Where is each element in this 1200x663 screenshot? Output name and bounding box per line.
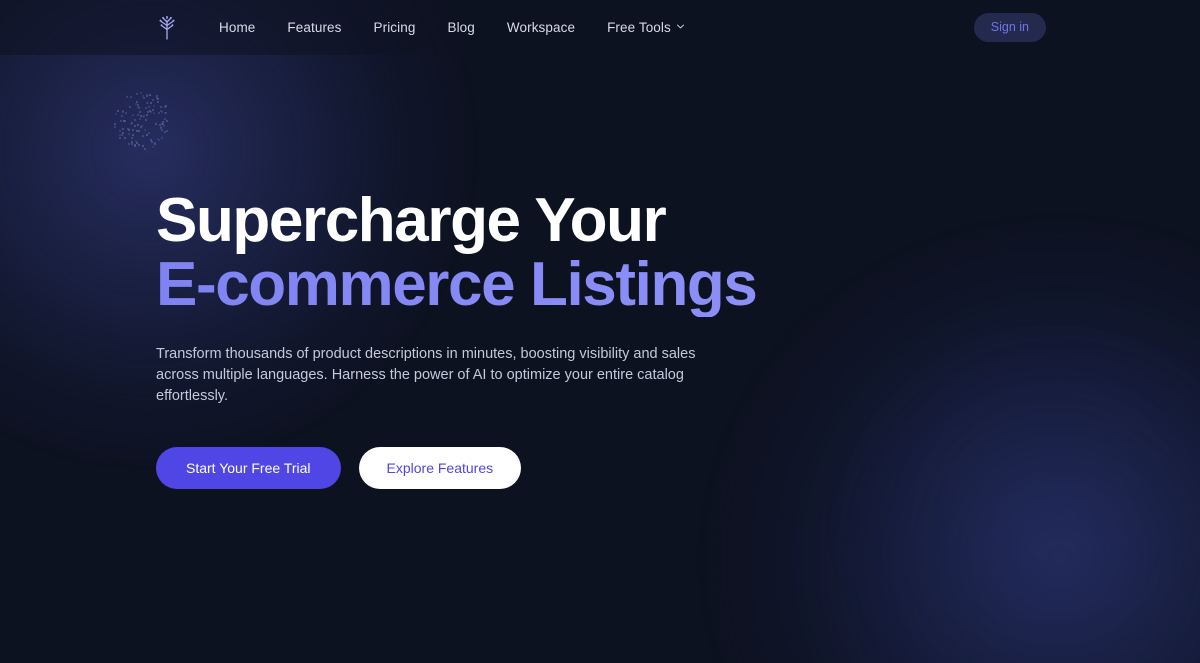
nav-item-label: Blog — [447, 19, 475, 35]
hero-heading-line-2: E-commerce Listings — [156, 252, 1200, 317]
nav-item-label: Workspace — [506, 19, 576, 35]
hero-heading: Supercharge Your E-commerce Listings — [156, 189, 1200, 317]
nav-item-workspace[interactable]: Workspace — [491, 15, 591, 41]
sign-in-button[interactable]: Sign in — [973, 13, 1046, 42]
nav-item-home[interactable]: Home — [203, 15, 271, 41]
nav-item-label: Home — [219, 19, 256, 35]
hero-heading-line-1: Supercharge Your — [156, 186, 667, 255]
nav-item-pricing[interactable]: Pricing — [358, 15, 432, 41]
nav-item-blog[interactable]: Blog — [431, 15, 490, 41]
top-navigation-bar: Home Features Pricing Blog Workspace Fre… — [0, 0, 1200, 55]
hero-cta-row: Start Your Free Trial Explore Features — [156, 446, 1200, 489]
nav-item-free-tools[interactable]: Free Tools — [591, 15, 701, 41]
tree-logo-icon[interactable] — [155, 15, 179, 41]
chevron-down-icon — [676, 22, 685, 31]
nav-item-label: Features — [287, 19, 342, 35]
explore-features-button[interactable]: Explore Features — [358, 446, 522, 489]
hero-section: Supercharge Your E-commerce Listings Tra… — [0, 55, 1200, 489]
start-free-trial-button[interactable]: Start Your Free Trial — [156, 446, 341, 489]
hero-subtitle: Transform thousands of product descripti… — [156, 345, 696, 405]
nav-item-label: Free Tools — [607, 19, 671, 35]
nav-item-label: Pricing — [373, 19, 416, 35]
nav-links-list: Home Features Pricing Blog Workspace Fre… — [203, 15, 701, 41]
nav-item-features[interactable]: Features — [271, 15, 357, 41]
